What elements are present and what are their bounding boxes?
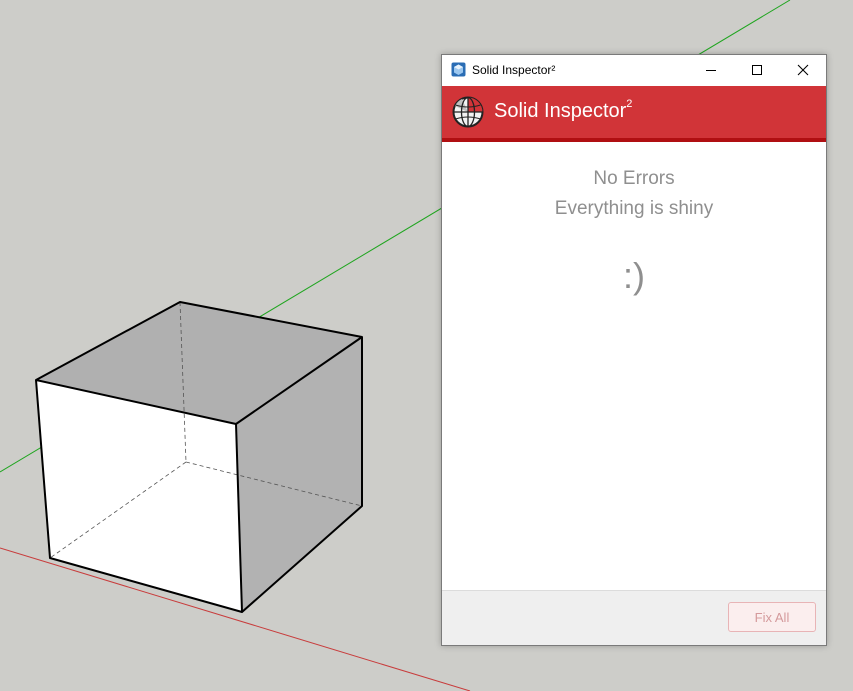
- close-button[interactable]: [780, 55, 826, 85]
- window-title: Solid Inspector²: [472, 63, 556, 77]
- fix-all-button[interactable]: Fix All: [728, 602, 816, 632]
- smiley-text: :): [623, 255, 645, 296]
- close-icon: [797, 64, 809, 76]
- header-title-text: Solid Inspector: [494, 100, 627, 122]
- maximize-icon: [752, 65, 762, 75]
- globe-icon: [452, 96, 484, 128]
- cube-model[interactable]: [35, 301, 363, 613]
- status-title: No Errors: [593, 168, 675, 189]
- app-icon: [451, 62, 466, 77]
- status-subtitle: Everything is shiny: [554, 198, 714, 219]
- solid-inspector-window: Solid Inspector² Solid Inspector2 No Err…: [441, 54, 827, 646]
- maximize-button[interactable]: [734, 55, 780, 85]
- footer-bar: Fix All: [442, 590, 826, 645]
- results-panel: No Errors Everything is shiny :): [442, 143, 826, 591]
- minimize-button[interactable]: [688, 55, 734, 85]
- minimize-icon: [706, 70, 716, 71]
- window-titlebar[interactable]: Solid Inspector²: [442, 55, 826, 85]
- extension-header: Solid Inspector2: [442, 86, 826, 142]
- header-title: Solid Inspector2: [494, 98, 633, 123]
- header-title-superscript: 2: [626, 98, 633, 110]
